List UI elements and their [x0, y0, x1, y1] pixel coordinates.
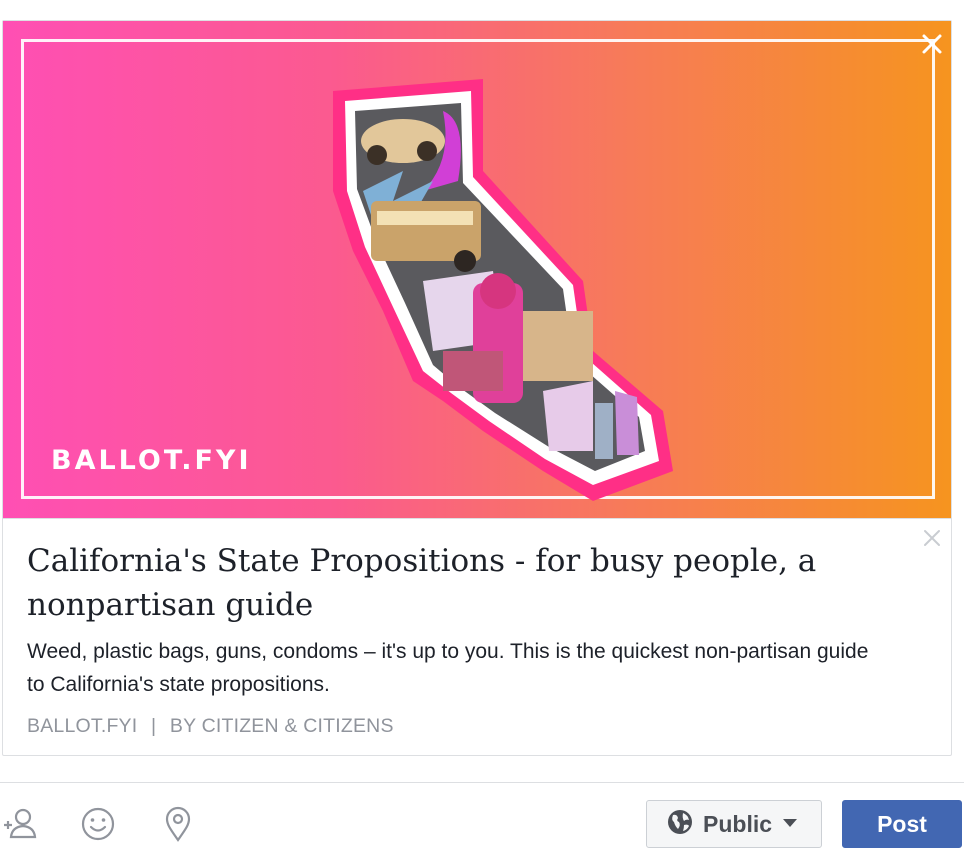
link-title[interactable]: California's State Propositions - for bu…	[27, 539, 887, 627]
meta-separator: |	[151, 715, 157, 737]
california-collage-illustration	[333, 79, 673, 501]
preview-image[interactable]: BALLOT.FYI	[3, 21, 951, 518]
preview-text-area[interactable]: California's State Propositions - for bu…	[3, 518, 951, 755]
location-icon[interactable]	[158, 804, 198, 844]
chevron-down-icon	[782, 815, 798, 833]
link-preview-card[interactable]: BALLOT.FYI California's State Propositio…	[2, 20, 952, 756]
link-domain: BALLOT.FYI	[27, 715, 138, 737]
audience-selector-button[interactable]: Public	[646, 800, 822, 848]
remove-image-icon[interactable]	[919, 31, 945, 57]
link-description: Weed, plastic bags, guns, condoms – it's…	[27, 640, 869, 696]
tag-friends-icon[interactable]	[0, 804, 40, 844]
feeling-icon[interactable]	[78, 804, 118, 844]
audience-label: Public	[703, 810, 773, 837]
link-author: BY CITIZEN & CITIZENS	[169, 715, 394, 737]
composer-divider	[0, 782, 964, 783]
remove-preview-icon[interactable]	[919, 525, 945, 551]
brand-logo-text: BALLOT.FYI	[51, 445, 252, 476]
globe-icon	[667, 809, 693, 840]
post-button[interactable]: Post	[842, 800, 962, 848]
link-source: BALLOT.FYI | BY CITIZEN & CITIZENS	[27, 715, 394, 738]
